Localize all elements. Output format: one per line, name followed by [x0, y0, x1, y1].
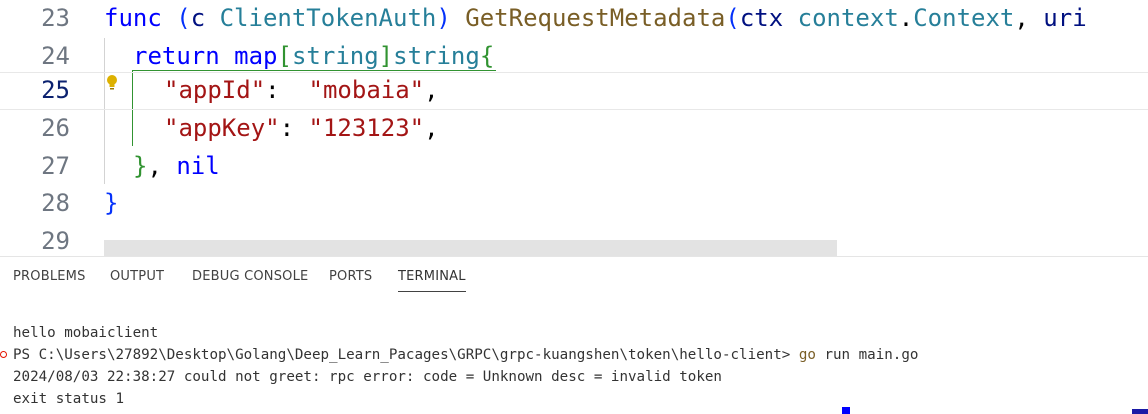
code-text[interactable]: "appKey": "123123",: [164, 110, 439, 147]
error-status-icon[interactable]: [0, 351, 7, 358]
code-text[interactable]: }, nil: [133, 148, 220, 185]
line-number: 27: [41, 151, 70, 180]
line-number: 24: [41, 41, 70, 70]
code-line-27[interactable]: 27 }, nil: [0, 148, 1148, 186]
code-text[interactable]: func (c ClientTokenAuth) GetRequestMetad…: [104, 0, 1087, 37]
code-line-23[interactable]: 23 func (c ClientTokenAuth) GetRequestMe…: [0, 0, 1148, 38]
line-number: 26: [41, 114, 70, 142]
line-number: 23: [41, 4, 70, 32]
code-text[interactable]: }: [104, 185, 118, 222]
tab-terminal[interactable]: TERMINAL: [398, 269, 466, 292]
panel-tabs: PROBLEMS OUTPUT DEBUG CONSOLE PORTS TERM…: [0, 257, 1148, 297]
tab-problems[interactable]: PROBLEMS: [13, 269, 86, 284]
code-line-25[interactable]: 25 "appId": "mobaia",: [0, 72, 1148, 110]
line-number: 28: [41, 189, 70, 217]
terminal-exit-line: exit status 1: [13, 391, 125, 407]
scrollbar-marker: [1132, 409, 1148, 414]
terminal-output-line: hello mobaiclient: [13, 325, 159, 341]
horizontal-scrollbar[interactable]: [104, 240, 837, 256]
line-number: 29: [41, 226, 70, 255]
terminal-error-line: 2024/08/03 22:38:27 could not greet: rpc…: [13, 369, 722, 385]
tab-ports[interactable]: PORTS: [329, 269, 372, 284]
code-line-26[interactable]: 26 "appKey": "123123",: [0, 110, 1148, 148]
code-line-28[interactable]: 28 }: [0, 185, 1148, 223]
tab-debug-console[interactable]: DEBUG CONSOLE: [192, 269, 308, 284]
terminal-command-line: PS C:\Users\27892\Desktop\Golang\Deep_Le…: [13, 347, 919, 363]
code-editor[interactable]: 23 func (c ClientTokenAuth) GetRequestMe…: [0, 0, 1148, 256]
code-text[interactable]: return map[string]string{: [133, 38, 494, 75]
line-number: 25: [41, 76, 70, 104]
bottom-panel: PROBLEMS OUTPUT DEBUG CONSOLE PORTS TERM…: [0, 256, 1148, 414]
lightbulb-icon[interactable]: [106, 74, 118, 92]
tab-output[interactable]: OUTPUT: [110, 269, 164, 284]
code-text[interactable]: "appId": "mobaia",: [164, 72, 439, 109]
